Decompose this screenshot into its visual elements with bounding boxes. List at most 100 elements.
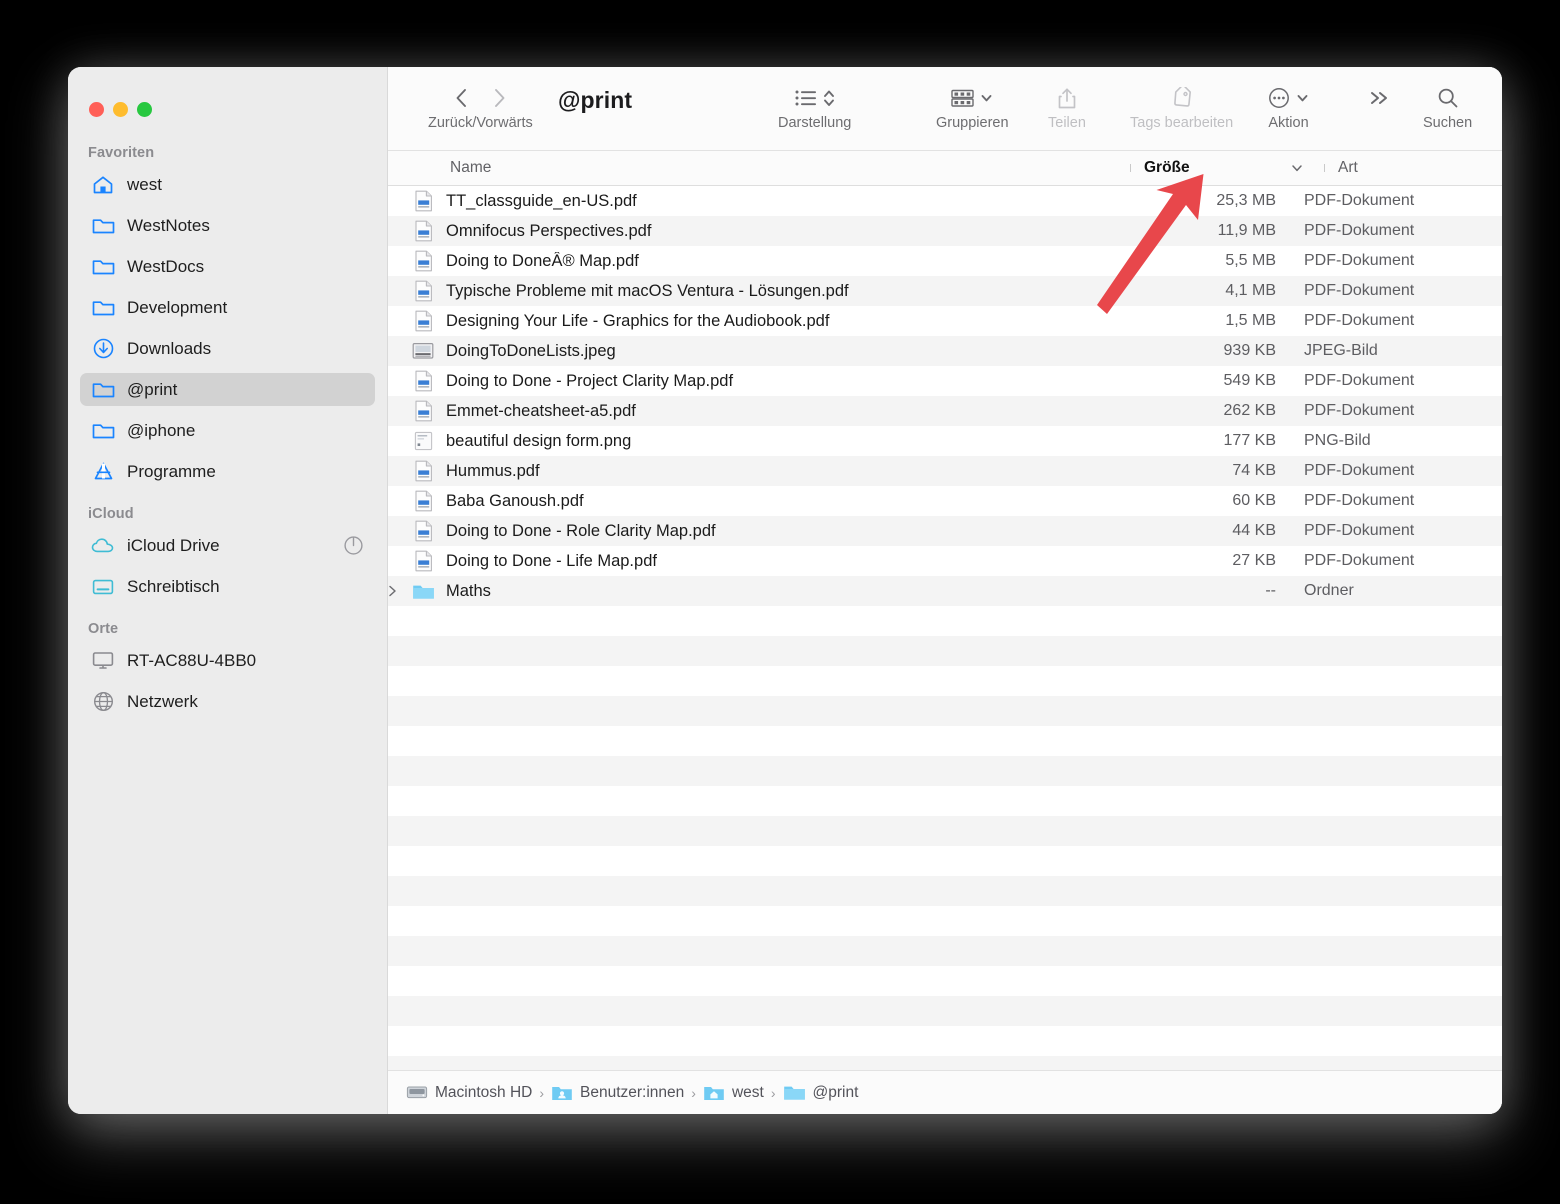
- file-kind: PNG-Bild: [1304, 432, 1371, 449]
- sidebar-item-programme[interactable]: Programme: [80, 455, 375, 488]
- sidebar-item-westdocs[interactable]: WestDocs: [80, 250, 375, 283]
- search-button[interactable]: Suchen: [1423, 81, 1472, 131]
- table-row[interactable]: Designing Your Life - Graphics for the A…: [388, 306, 1502, 336]
- search-label: Suchen: [1423, 115, 1473, 131]
- breadcrumb-item[interactable]: Macintosh HD: [406, 1084, 532, 1102]
- file-size: 27 KB: [1232, 552, 1276, 569]
- file-name: DoingToDoneLists.jpeg: [446, 341, 616, 360]
- group-button[interactable]: Gruppieren: [936, 81, 1009, 131]
- breadcrumb-label: @print: [812, 1083, 859, 1101]
- chevron-up-down-icon[interactable]: [823, 88, 835, 108]
- sidebar-item-development[interactable]: Development: [80, 291, 375, 324]
- table-row[interactable]: Doing to DoneÂ® Map.pdf 5,5 MB PDF-Dokumen…: [388, 246, 1502, 276]
- folder-icon: [783, 1083, 806, 1102]
- file-kind: PDF-Dokument: [1304, 402, 1415, 419]
- file-size: 25,3 MB: [1216, 192, 1276, 209]
- table-row[interactable]: Maths -- Ordner: [388, 576, 1502, 606]
- close-button[interactable]: [89, 101, 104, 117]
- action-label: Aktion: [1268, 115, 1309, 131]
- empty-row: [388, 846, 1502, 876]
- home-icon: [90, 174, 116, 196]
- table-row[interactable]: Typische Probleme mit macOS Ventura - Lö…: [388, 276, 1502, 306]
- sidebar-item-schreibtisch[interactable]: Schreibtisch: [80, 570, 375, 603]
- zoom-button[interactable]: [137, 101, 152, 117]
- chevron-down-icon[interactable]: [980, 93, 993, 103]
- sidebar-item-rt-ac88u-4bb0[interactable]: RT-AC88U-4BB0: [80, 644, 375, 677]
- chevrons-right-icon[interactable]: [1368, 88, 1392, 108]
- more-circle-icon[interactable]: [1268, 87, 1290, 109]
- chevron-left-icon[interactable]: [454, 87, 468, 109]
- chevron-right-icon[interactable]: [492, 87, 506, 109]
- sidebar-item-label: Schreibtisch: [127, 576, 220, 596]
- jpeg-file-icon: [410, 342, 436, 360]
- sidebar-section-title: Orte: [88, 621, 119, 637]
- file-size: --: [1265, 582, 1276, 599]
- table-row[interactable]: beautiful design form.png 177 KB PNG-Bild: [388, 426, 1502, 456]
- list-view-icon[interactable]: [795, 89, 817, 107]
- chevron-down-icon[interactable]: [1296, 93, 1309, 103]
- breadcrumb-item[interactable]: Benutzer:innen: [551, 1084, 684, 1102]
- breadcrumb-separator: ›: [691, 1084, 696, 1101]
- pdf-file-icon: [410, 310, 436, 332]
- file-name: Designing Your Life - Graphics for the A…: [446, 311, 830, 330]
- pdf-file-icon: [410, 250, 436, 272]
- empty-row: [388, 996, 1502, 1026]
- main-pane: Zurück/Vorwärts @print Darstellung Grupp…: [388, 67, 1502, 1114]
- minimize-button[interactable]: [113, 101, 128, 117]
- pdf-file-icon: [410, 370, 436, 392]
- sidebar-item-iphone[interactable]: @iphone: [80, 414, 375, 447]
- display-icon: [90, 650, 116, 672]
- table-row[interactable]: Baba Ganoush.pdf 60 KB PDF-Dokument: [388, 486, 1502, 516]
- nav-buttons[interactable]: Zurück/Vorwärts: [428, 81, 533, 131]
- pdf-file-icon: [410, 460, 436, 482]
- path-bar: Macintosh HD › Benutzer:innen › west › @print: [388, 1070, 1502, 1114]
- sidebar-item-label: west: [127, 174, 162, 194]
- file-kind: PDF-Dokument: [1304, 312, 1415, 329]
- folder-icon: [90, 420, 116, 442]
- table-row[interactable]: TT_classguide_en-US.pdf 25,3 MB PDF-Dokume…: [388, 186, 1502, 216]
- file-size: 74 KB: [1232, 462, 1276, 479]
- table-row[interactable]: DoingToDoneLists.jpeg 939 KB JPEG-Bild: [388, 336, 1502, 366]
- table-row[interactable]: Hummus.pdf 74 KB PDF-Dokument: [388, 456, 1502, 486]
- screenshot-stage: Favoriten west WestNotes WestDocs Developmen…: [0, 0, 1560, 1204]
- sidebar-item-west[interactable]: west: [80, 168, 375, 201]
- edit-tags-label: Tags bearbeiten: [1130, 115, 1234, 131]
- sidebar-item-downloads[interactable]: Downloads: [80, 332, 375, 365]
- desktop-icon: [90, 576, 116, 598]
- harddisk-icon: [406, 1084, 428, 1101]
- column-header-size[interactable]: Größe: [1130, 159, 1290, 177]
- sidebar-item-icloud-drive[interactable]: iCloud Drive: [80, 529, 375, 562]
- share-icon: [1057, 87, 1077, 110]
- action-button[interactable]: Aktion: [1268, 81, 1309, 131]
- table-row[interactable]: Doing to Done - Project Clarity Map.pdf 5…: [388, 366, 1502, 396]
- empty-row: [388, 606, 1502, 636]
- table-row[interactable]: Doing to Done - Life Map.pdf 27 KB PDF-Dok…: [388, 546, 1502, 576]
- disclosure-triangle-icon[interactable]: [388, 585, 410, 597]
- window-controls[interactable]: [68, 93, 387, 125]
- view-button[interactable]: Darstellung: [778, 81, 851, 131]
- file-name: Baba Ganoush.pdf: [446, 491, 584, 510]
- breadcrumb-label: Macintosh HD: [435, 1083, 533, 1101]
- file-kind: PDF-Dokument: [1304, 372, 1415, 389]
- sidebar: Favoriten west WestNotes WestDocs Developmen…: [68, 67, 388, 1114]
- column-header-name[interactable]: Name: [388, 159, 1130, 177]
- search-icon[interactable]: [1437, 87, 1459, 109]
- toolbar-overflow-button[interactable]: [1368, 81, 1392, 115]
- share-label: Teilen: [1048, 115, 1086, 131]
- group-icon[interactable]: [951, 88, 974, 108]
- sidebar-item-print[interactable]: @print: [80, 373, 375, 406]
- table-row[interactable]: Emmet-cheatsheet-a5.pdf 262 KB PDF-Dokumen…: [388, 396, 1502, 426]
- column-header-kind[interactable]: Art: [1324, 159, 1502, 177]
- share-button[interactable]: Teilen: [1048, 81, 1086, 131]
- sidebar-item-netzwerk[interactable]: Netzwerk: [80, 685, 375, 718]
- table-row[interactable]: Omnifocus Perspectives.pdf 11,9 MB PDF-Dok…: [388, 216, 1502, 246]
- file-list[interactable]: TT_classguide_en-US.pdf 25,3 MB PDF-Dokume…: [388, 186, 1502, 1070]
- edit-tags-button[interactable]: Tags bearbeiten: [1130, 81, 1233, 131]
- sort-direction-icon[interactable]: [1290, 163, 1324, 173]
- file-name: Doing to Done - Life Map.pdf: [446, 551, 657, 570]
- file-size: 44 KB: [1232, 522, 1276, 539]
- table-row[interactable]: Doing to Done - Role Clarity Map.pdf 44 K…: [388, 516, 1502, 546]
- breadcrumb-item[interactable]: west: [703, 1084, 764, 1102]
- breadcrumb-item[interactable]: @print: [783, 1083, 859, 1102]
- sidebar-item-westnotes[interactable]: WestNotes: [80, 209, 375, 242]
